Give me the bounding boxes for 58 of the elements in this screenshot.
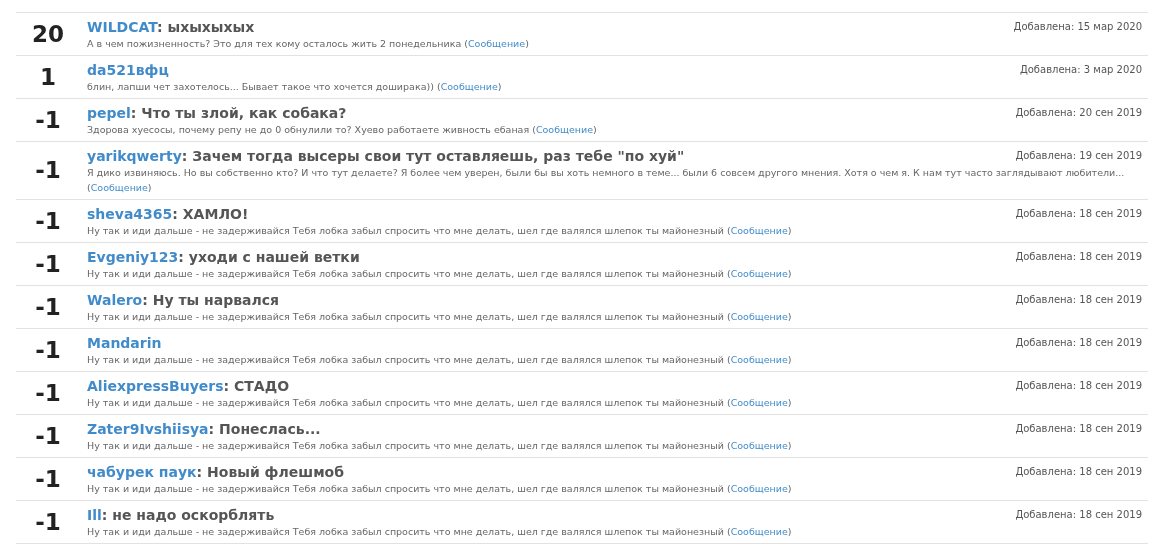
reputation-score: 20	[32, 22, 64, 46]
topic-title: : ыхыхыхых	[157, 19, 255, 35]
author-link[interactable]: WILDCAT	[87, 19, 157, 35]
message-text: А в чем пожизненность? Это для тех кому осталось жить 2 понедельника (Сообщение)	[87, 37, 530, 51]
topic-title: : Понеслась...	[208, 421, 321, 437]
reputation-score: -1	[35, 159, 61, 182]
date-added: Добавлена: 19 сен 2019	[1015, 149, 1142, 163]
topic-title: : Новый флешмоб	[196, 464, 344, 480]
message-text: Я дико извиняюсь. Но вы собственно кто? И что тут делаете? Я более чем уверен, были бы вы хоть немного в теме... были 6 совсем другого мнения. Хотя о чем я. К нам тут часто заглядывают любители... (Сообщение)	[87, 166, 1126, 195]
message-text: Ну так и иди дальше - не задерживайся Тебя лобка забыл спросить что мне делать, шел где валялся шлепок ты майонезный (Сообщение)	[87, 439, 793, 453]
topic-title: : Ну ты нарвался	[142, 292, 280, 308]
reputation-score: -1	[35, 381, 61, 405]
reputation-score: -1	[35, 338, 61, 362]
reputation-score: -1	[35, 424, 61, 448]
topic-title: : Зачем тогда высеры свои тут оставляешь, раз тебе "по хуй"	[181, 148, 685, 164]
reputation-score: -1	[35, 510, 61, 534]
reputation-score: 1	[40, 65, 56, 89]
author-link[interactable]: pepel	[87, 105, 131, 121]
date-added: Добавлена: 18 сен 2019	[1015, 379, 1142, 393]
topic-title: : уходи с нашей ветки	[178, 249, 360, 265]
date-added: Добавлена: 18 сен 2019	[1015, 207, 1142, 221]
message-text: Ну так и иди дальше - не задерживайся Тебя лобка забыл спросить что мне делать, шел где валялся шлепок ты майонезный (Сообщение)	[87, 267, 793, 281]
topic-title: : ХАМЛО!	[172, 206, 249, 222]
topic-title: : не надо оскорблять	[101, 507, 275, 523]
author-link[interactable]: yarikqwerty	[87, 148, 182, 164]
author-link[interactable]: Ill	[87, 507, 102, 523]
author-link[interactable]: AliexpressBuyers	[87, 378, 224, 394]
date-added: Добавлена: 18 сен 2019	[1015, 422, 1142, 436]
topic-title: : Что ты злой, как собака?	[130, 105, 347, 121]
date-added: Добавлена: 20 сен 2019	[1015, 106, 1142, 120]
message-text: Ну так и иди дальше - не задерживайся Тебя лобка забыл спросить что мне делать, шел где валялся шлепок ты майонезный (Сообщение)	[87, 224, 793, 238]
reputation-score: -1	[35, 252, 61, 276]
message-text: Ну так и иди дальше - не задерживайся Тебя лобка забыл спросить что мне делать, шел где валялся шлепок ты майонезный (Сообщение)	[87, 482, 793, 496]
date-added: Добавлена: 18 сен 2019	[1015, 465, 1142, 479]
message-text: Ну так и иди дальше - не задерживайся Тебя лобка забыл спросить что мне делать, шел где валялся шлепок ты майонезный (Сообщение)	[87, 353, 793, 367]
author-link[interactable]: Zater9Ivshiisya	[87, 421, 209, 437]
message-text: Ну так и иди дальше - не задерживайся Тебя лобка забыл спросить что мне делать, шел где валялся шлепок ты майонезный (Сообщение)	[87, 396, 793, 410]
message-text: Здорова хуесосы, почему репу не до 0 обнулили то? Хуево работаете живность ебаная (Сообщение)	[87, 123, 598, 137]
reputation-score: -1	[35, 209, 61, 233]
reputation-score: -1	[35, 295, 61, 319]
topic-title: : СТАДО	[223, 378, 290, 394]
date-added: Добавлена: 18 сен 2019	[1015, 293, 1142, 307]
author-link[interactable]: чабурек паук	[87, 464, 197, 480]
message-text: Ну так и иди дальше - не задерживайся Тебя лобка забыл спросить что мне делать, шел где валялся шлепок ты майонезный (Сообщение)	[87, 310, 793, 324]
date-added: Добавлена: 18 сен 2019	[1015, 508, 1142, 522]
author-link[interactable]: Walero	[87, 292, 143, 308]
author-link[interactable]: da521вфц	[87, 62, 169, 78]
message-text: Ну так и иди дальше - не задерживайся Тебя лобка забыл спросить что мне делать, шел где валялся шлепок ты майонезный (Сообщение)	[87, 525, 793, 539]
date-added: Добавлена: 18 сен 2019	[1015, 336, 1142, 350]
date-added: Добавлена: 3 мар 2020	[1019, 63, 1142, 77]
author-link[interactable]: Mandarin	[87, 335, 162, 351]
reputation-score: -1	[35, 467, 61, 491]
reputation-score: -1	[35, 108, 61, 132]
author-link[interactable]: sheva4365	[87, 206, 173, 222]
author-link[interactable]: Evgeniy123	[87, 249, 179, 265]
date-added: Добавлена: 18 сен 2019	[1015, 250, 1142, 264]
date-added: Добавлена: 15 мар 2020	[1013, 20, 1142, 34]
message-text: блин, лапши чет захотелось... Бывает такое что хочется доширака)) (Сообщение)	[87, 80, 503, 94]
